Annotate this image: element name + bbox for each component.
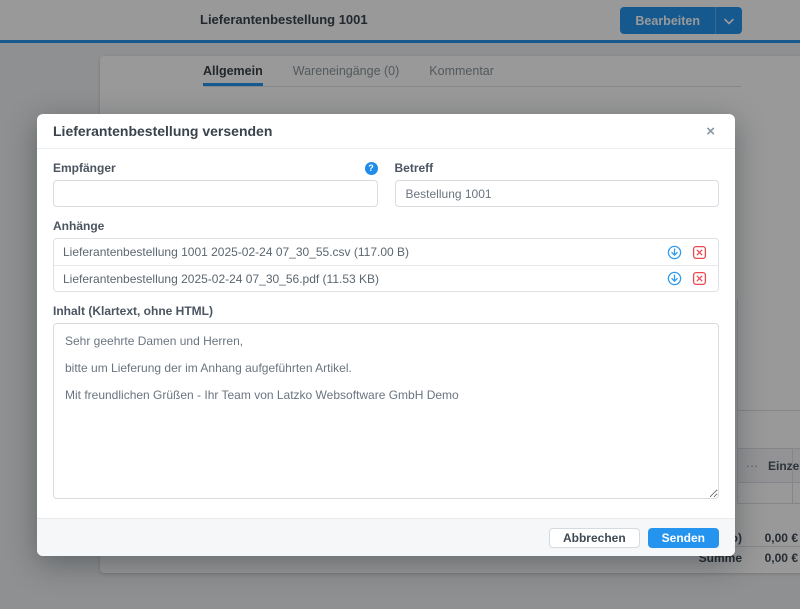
subject-field-group: Betreff	[395, 160, 720, 207]
subject-input[interactable]	[395, 180, 720, 207]
attachment-filename: Lieferantenbestellung 1001 2025-02-24 07…	[63, 245, 665, 259]
download-icon[interactable]	[665, 270, 684, 287]
delete-attachment-icon[interactable]	[690, 244, 709, 261]
recipient-input[interactable]	[53, 180, 378, 207]
modal-body: Empfänger ? Betreff Anhänge Lieferantenb…	[37, 149, 735, 518]
close-icon[interactable]: ×	[702, 122, 719, 141]
delete-attachment-icon[interactable]	[690, 270, 709, 287]
subject-label: Betreff	[395, 161, 434, 175]
attachment-row: Lieferantenbestellung 2025-02-24 07_30_5…	[54, 265, 718, 291]
attachment-row: Lieferantenbestellung 1001 2025-02-24 07…	[54, 239, 718, 265]
attachments-list: Lieferantenbestellung 1001 2025-02-24 07…	[53, 238, 719, 292]
recipient-label: Empfänger	[53, 161, 116, 175]
body-label: Inhalt (Klartext, ohne HTML)	[53, 304, 719, 318]
cancel-button[interactable]: Abbrechen	[549, 528, 640, 548]
send-order-modal: Lieferantenbestellung versenden × Empfän…	[37, 114, 735, 556]
attachment-filename: Lieferantenbestellung 2025-02-24 07_30_5…	[63, 272, 665, 286]
recipient-field-group: Empfänger ?	[53, 160, 378, 207]
modal-header: Lieferantenbestellung versenden ×	[37, 114, 735, 149]
modal-title: Lieferantenbestellung versenden	[53, 123, 272, 139]
send-button[interactable]: Senden	[648, 528, 719, 548]
help-icon[interactable]: ?	[365, 162, 378, 175]
download-icon[interactable]	[665, 244, 684, 261]
attachments-label: Anhänge	[53, 219, 719, 233]
modal-footer: Abbrechen Senden	[37, 518, 735, 556]
message-body-textarea[interactable]: Sehr geehrte Damen und Herren, bitte um …	[53, 323, 719, 499]
screen: Lieferantenbestellung 1001 Bearbeiten Al…	[0, 0, 800, 609]
